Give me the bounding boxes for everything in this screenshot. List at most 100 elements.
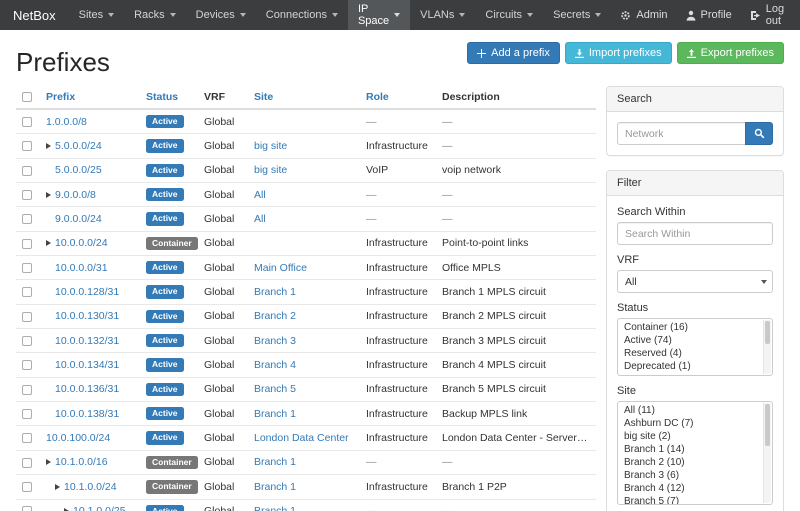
- prefix-link[interactable]: 1.0.0.0/8: [46, 116, 87, 128]
- search-input[interactable]: [617, 122, 745, 145]
- prefix-link[interactable]: 10.1.0.0/16: [55, 456, 108, 468]
- site-link[interactable]: Branch 1: [254, 505, 296, 511]
- status-badge: Container: [146, 237, 198, 250]
- row-checkbox[interactable]: [22, 360, 32, 370]
- filter-option[interactable]: Deprecated (1): [624, 360, 758, 373]
- row-checkbox[interactable]: [22, 385, 32, 395]
- row-checkbox[interactable]: [22, 239, 32, 249]
- column-sort-link[interactable]: Role: [366, 91, 389, 103]
- import-prefixes-button[interactable]: Import prefixes: [565, 42, 672, 64]
- prefix-link[interactable]: 5.0.0.0/24: [55, 140, 102, 152]
- site-link[interactable]: Branch 1: [254, 456, 296, 468]
- prefix-link[interactable]: 10.0.0.128/31: [55, 286, 119, 298]
- description-cell: Point-to-point links: [436, 231, 596, 255]
- prefix-link[interactable]: 9.0.0.0/8: [55, 189, 96, 201]
- prefix-link[interactable]: 10.0.0.0/24: [55, 237, 108, 249]
- nav-item-vlans[interactable]: VLANs: [410, 0, 475, 30]
- site-link[interactable]: Branch 5: [254, 383, 296, 395]
- site-link[interactable]: Main Office: [254, 262, 307, 274]
- site-link[interactable]: Branch 1: [254, 408, 296, 420]
- row-checkbox[interactable]: [22, 117, 32, 127]
- row-checkbox[interactable]: [22, 433, 32, 443]
- nav-item-sites[interactable]: Sites: [69, 0, 124, 30]
- filter-option[interactable]: Branch 4 (12): [624, 482, 758, 495]
- search-within-input[interactable]: [617, 222, 773, 245]
- vrf-cell: Global: [198, 377, 248, 401]
- prefix-link[interactable]: 10.0.0.136/31: [55, 383, 119, 395]
- filter-option[interactable]: Reserved (4): [624, 347, 758, 360]
- prefix-link[interactable]: 10.0.0.0/31: [55, 262, 108, 274]
- row-checkbox[interactable]: [22, 287, 32, 297]
- nav-item-connections[interactable]: Connections: [256, 0, 348, 30]
- filter-option[interactable]: big site (2): [624, 430, 758, 443]
- row-checkbox[interactable]: [22, 482, 32, 492]
- expand-toggle-icon[interactable]: [46, 459, 51, 465]
- row-checkbox[interactable]: [22, 312, 32, 322]
- prefix-link[interactable]: 10.0.0.134/31: [55, 359, 119, 371]
- prefix-link[interactable]: 10.0.0.130/31: [55, 310, 119, 322]
- column-sort-link[interactable]: Status: [146, 91, 178, 103]
- status-list-scrollbar[interactable]: [763, 320, 771, 374]
- filter-option[interactable]: Branch 1 (14): [624, 443, 758, 456]
- nav-item-ip-space[interactable]: IP Space: [348, 0, 410, 30]
- prefix-link[interactable]: 10.1.0.0/25: [73, 505, 126, 511]
- nav-item-label: VLANs: [420, 9, 454, 21]
- expand-toggle-icon[interactable]: [46, 192, 51, 198]
- admin-link[interactable]: Admin: [611, 0, 676, 30]
- expand-toggle-icon[interactable]: [46, 143, 51, 149]
- column-sort-link[interactable]: Site: [254, 91, 273, 103]
- nav-item-racks[interactable]: Racks: [124, 0, 186, 30]
- prefix-link[interactable]: 10.0.100.0/24: [46, 432, 110, 444]
- filter-option[interactable]: Branch 3 (6): [624, 469, 758, 482]
- site-link[interactable]: All: [254, 189, 266, 201]
- nav-item-circuits[interactable]: Circuits: [475, 0, 543, 30]
- site-filter-list[interactable]: All (11)Ashburn DC (7)big site (2)Branch…: [617, 401, 773, 505]
- expand-toggle-icon[interactable]: [46, 240, 51, 246]
- search-button[interactable]: [745, 122, 773, 145]
- prefix-link[interactable]: 9.0.0.0/24: [55, 213, 102, 225]
- scrollbar-thumb[interactable]: [765, 404, 770, 446]
- row-checkbox[interactable]: [22, 141, 32, 151]
- site-link[interactable]: All: [254, 213, 266, 225]
- prefix-link[interactable]: 10.0.0.138/31: [55, 408, 119, 420]
- filter-option[interactable]: Container (16): [624, 321, 758, 334]
- select-all-checkbox[interactable]: [22, 92, 32, 102]
- site-link[interactable]: Branch 3: [254, 335, 296, 347]
- site-link[interactable]: big site: [254, 164, 287, 176]
- prefix-link[interactable]: 5.0.0.0/25: [55, 164, 102, 176]
- scrollbar-thumb[interactable]: [765, 321, 770, 344]
- site-link[interactable]: Branch 2: [254, 310, 296, 322]
- filter-option[interactable]: Active (74): [624, 334, 758, 347]
- row-checkbox[interactable]: [22, 458, 32, 468]
- row-checkbox[interactable]: [22, 190, 32, 200]
- nav-item-secrets[interactable]: Secrets: [543, 0, 611, 30]
- filter-option[interactable]: All (11): [624, 404, 758, 417]
- profile-link[interactable]: Profile: [677, 0, 741, 30]
- site-link[interactable]: big site: [254, 140, 287, 152]
- add-prefix-button[interactable]: Add a prefix: [467, 42, 560, 64]
- vrf-select[interactable]: All: [617, 270, 773, 293]
- row-checkbox[interactable]: [22, 336, 32, 346]
- filter-option[interactable]: Branch 5 (7): [624, 495, 758, 505]
- row-checkbox[interactable]: [22, 263, 32, 273]
- filter-option[interactable]: Branch 2 (10): [624, 456, 758, 469]
- row-checkbox[interactable]: [22, 166, 32, 176]
- expand-toggle-icon[interactable]: [55, 484, 60, 490]
- logout-link[interactable]: Log out: [741, 0, 800, 30]
- column-sort-link[interactable]: Prefix: [46, 91, 75, 103]
- site-link[interactable]: Branch 1: [254, 286, 296, 298]
- row-checkbox[interactable]: [22, 409, 32, 419]
- prefix-link[interactable]: 10.1.0.0/24: [64, 481, 117, 493]
- app-logo[interactable]: NetBox: [0, 0, 69, 30]
- export-prefixes-button[interactable]: Export prefixes: [677, 42, 784, 64]
- site-link[interactable]: London Data Center: [254, 432, 349, 444]
- row-checkbox[interactable]: [22, 214, 32, 224]
- site-link[interactable]: Branch 1: [254, 481, 296, 493]
- nav-item-devices[interactable]: Devices: [186, 0, 256, 30]
- site-link[interactable]: Branch 4: [254, 359, 296, 371]
- prefix-link[interactable]: 10.0.0.132/31: [55, 335, 119, 347]
- filter-option[interactable]: Ashburn DC (7): [624, 417, 758, 430]
- row-checkbox[interactable]: [22, 506, 32, 511]
- site-list-scrollbar[interactable]: [763, 403, 771, 503]
- status-filter-list[interactable]: Container (16)Active (74)Reserved (4)Dep…: [617, 318, 773, 376]
